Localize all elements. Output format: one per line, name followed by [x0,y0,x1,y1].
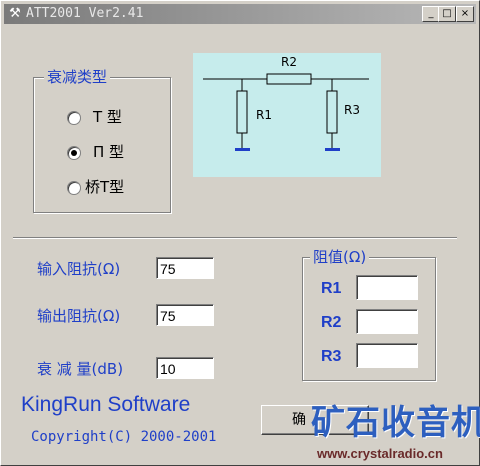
circuit-diagram: R2 R1 R3 [193,53,381,177]
resistance-group-title: 阻值(Ω) [310,248,370,266]
radio-selected-dot [71,150,77,156]
radio-t-type-label[interactable]: T 型 [93,108,122,126]
r1-value-field[interactable] [356,275,418,300]
radio-t-type[interactable] [67,111,81,125]
radio-pi-type[interactable] [67,146,81,160]
brand-name: KingRun Software [21,393,191,416]
tools-icon[interactable]: ⚒ [7,6,23,22]
input-impedance-field[interactable]: 75 [156,257,214,279]
app-window: ⚒ ATT2001 Ver2.41 _ □ × 衰减类型 T 型 Π 型 桥T型 [0,0,480,466]
r3-label: R3 [344,103,360,117]
watermark-logo: 矿石收音机 [311,403,480,443]
radio-bridged-t-type[interactable] [67,181,81,195]
window-title: ATT2001 Ver2.41 [26,6,144,21]
r2-label: R2 [281,55,297,69]
maximize-button[interactable]: □ [438,6,456,22]
type-group-title: 衰减类型 [44,68,111,86]
r1-name: R1 [321,280,342,297]
r1-label: R1 [256,108,272,122]
title-bar[interactable]: ⚒ ATT2001 Ver2.41 _ □ × [4,4,476,24]
r3-value-field[interactable] [356,343,418,368]
pi-network-schematic: R2 R1 R3 [203,55,369,151]
radio-pi-type-label[interactable]: Π 型 [93,143,124,161]
output-impedance-field[interactable]: 75 [156,304,214,326]
watermark-url: www.crystalradio.cn [317,446,443,461]
r3-name: R3 [321,348,342,365]
attenuation-label: 衰 减 量(dB) [37,360,124,378]
output-impedance-label: 输出阻抗(Ω) [37,307,121,325]
close-button[interactable]: × [456,6,474,22]
radio-bridged-t-type-label[interactable]: 桥T型 [85,178,124,196]
copyright-text: Copyright(C) 2000-2001 [31,429,217,445]
attenuation-field[interactable]: 10 [156,357,214,379]
separator-line [13,237,457,239]
input-impedance-label: 输入阻抗(Ω) [37,260,121,278]
r2-name: R2 [321,314,342,331]
r2-value-field[interactable] [356,309,418,334]
